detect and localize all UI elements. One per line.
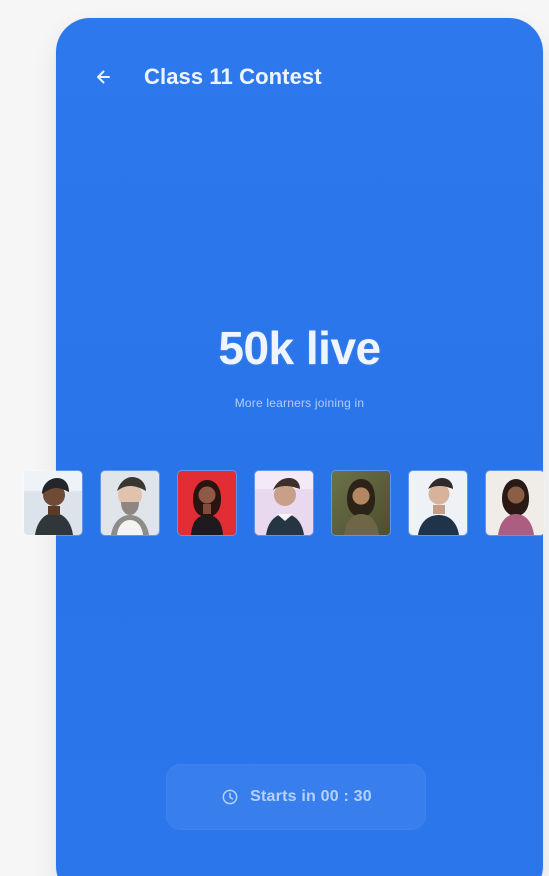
- starts-timer-label: Starts in 00 : 30: [250, 788, 372, 805]
- avatar-2-image: [101, 471, 159, 535]
- live-count-section: 50k live More learners joining in: [56, 325, 543, 409]
- contest-card: [56, 18, 543, 876]
- avatar-7: [486, 471, 544, 535]
- live-count: 50k live: [218, 322, 381, 374]
- avatar-2: [101, 471, 159, 535]
- avatar-3-image: [178, 471, 236, 535]
- avatar-strip: [24, 469, 549, 537]
- clock-icon: [222, 789, 238, 805]
- avatar-4-image: [255, 471, 313, 535]
- avatar-5-image: [332, 471, 390, 535]
- avatar-1-image: [24, 471, 82, 535]
- starts-timer-button[interactable]: Starts in 00 : 30: [166, 764, 426, 830]
- avatar-3: [178, 471, 236, 535]
- avatar-1: [24, 471, 82, 535]
- header: Class 11 Contest: [87, 63, 322, 91]
- avatar-4: [255, 471, 313, 535]
- back-button[interactable]: [87, 63, 115, 91]
- live-subtitle: More learners joining in: [234, 396, 365, 410]
- screen: Class 11 Contest 50k live More learners …: [0, 0, 549, 876]
- page-title: Class 11 Contest: [144, 64, 322, 89]
- avatar-6-image: [409, 471, 467, 535]
- avatar-5: [332, 471, 390, 535]
- avatar-7-image: [486, 471, 544, 535]
- arrow-left-icon: [97, 70, 110, 84]
- avatar-6: [409, 471, 467, 535]
